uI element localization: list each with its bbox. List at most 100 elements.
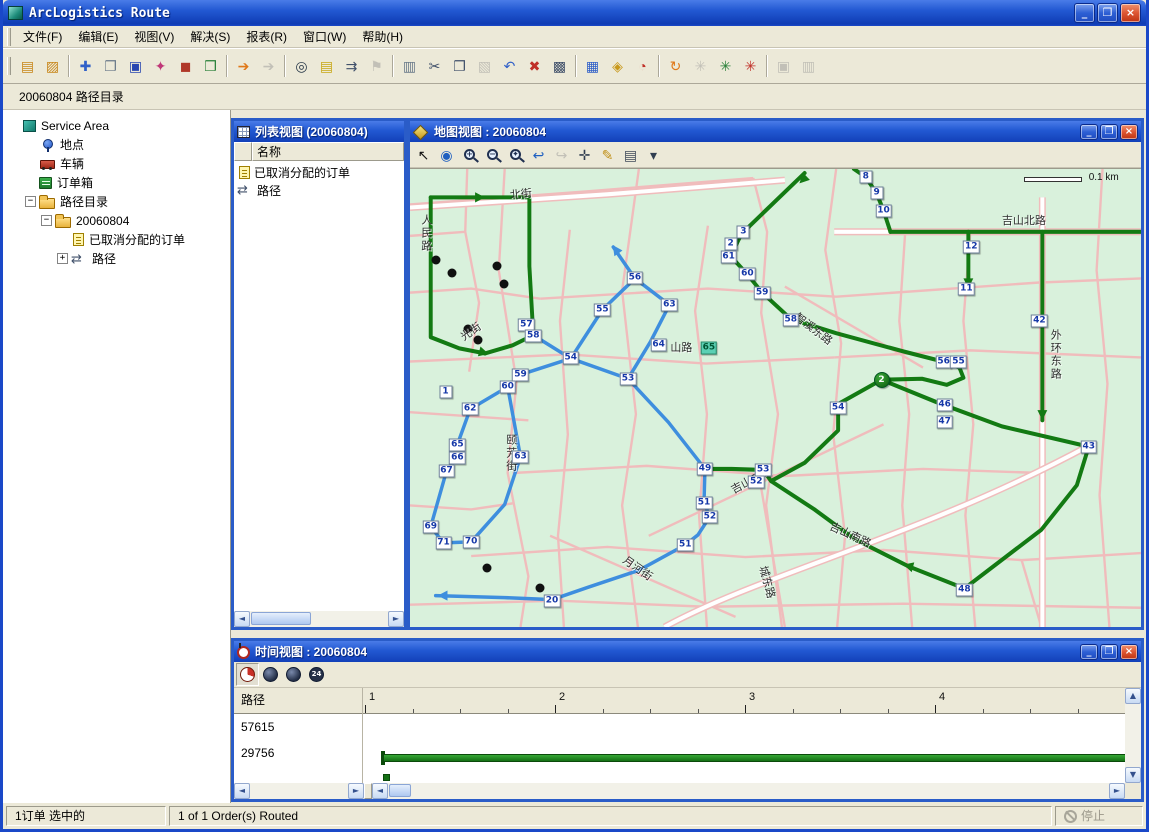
stop-marker[interactable]: 65 bbox=[701, 342, 718, 355]
scroll-thumb[interactable] bbox=[389, 784, 411, 797]
stop-marker[interactable]: 67 bbox=[438, 464, 455, 477]
stop-marker[interactable]: 49 bbox=[697, 462, 714, 475]
tree-item-locations[interactable]: 地点 bbox=[3, 135, 230, 154]
stop-marker[interactable]: 55 bbox=[950, 355, 967, 368]
network-select-button[interactable]: ✳ bbox=[713, 53, 738, 79]
unassigned-orders-button[interactable]: ▤ bbox=[314, 53, 339, 79]
scroll-down-button[interactable]: ▼ bbox=[1125, 767, 1141, 783]
select-tool-button[interactable]: ↖ bbox=[412, 143, 435, 166]
timeline-area[interactable]: 1234 bbox=[363, 688, 1125, 783]
list-view-titlebar[interactable]: 列表视图 (20060804) bbox=[234, 121, 404, 142]
list-item-routes[interactable]: 路径 bbox=[234, 181, 404, 199]
order-dot[interactable] bbox=[448, 269, 457, 278]
stop-marker[interactable]: 60 bbox=[739, 268, 756, 281]
stop-marker[interactable]: 2 bbox=[724, 237, 737, 250]
menu-item[interactable]: 解决(S) bbox=[182, 26, 238, 47]
pane-splitter[interactable] bbox=[364, 783, 372, 799]
print-button[interactable]: ▤ bbox=[619, 143, 642, 166]
print-options-button[interactable]: ▾ bbox=[642, 143, 665, 166]
tree-item-20060804[interactable]: −20060804 bbox=[3, 211, 230, 230]
scroll-right-button[interactable]: ► bbox=[348, 783, 364, 799]
stop-marker[interactable]: 66 bbox=[449, 451, 466, 464]
stop-marker[interactable]: 52 bbox=[702, 510, 719, 523]
stop-marker[interactable]: 48 bbox=[956, 583, 973, 596]
menu-item[interactable]: 窗口(W) bbox=[295, 26, 354, 47]
stop-marker[interactable]: 62 bbox=[462, 403, 479, 416]
clock-quarter-button[interactable] bbox=[236, 663, 259, 686]
stop-marker[interactable]: 64 bbox=[650, 339, 667, 352]
zoom-in-button[interactable]: + bbox=[458, 143, 481, 166]
map-view-titlebar[interactable]: 地图视图 : 20060804 _ ❐ × bbox=[410, 121, 1141, 142]
routes-button[interactable]: ⇉ bbox=[339, 53, 364, 79]
route-bar[interactable] bbox=[383, 754, 1125, 762]
stop-marker[interactable]: 11 bbox=[958, 282, 975, 295]
order-dot[interactable] bbox=[431, 256, 440, 265]
route-column-header[interactable]: 路径 bbox=[234, 688, 362, 714]
zoom-to-selected-button[interactable]: ✦ bbox=[504, 143, 527, 166]
menu-item[interactable]: 帮助(H) bbox=[354, 26, 411, 47]
scroll-track[interactable] bbox=[388, 783, 1109, 799]
close-button[interactable]: × bbox=[1120, 3, 1141, 23]
stop-marker[interactable]: 8 bbox=[859, 171, 872, 184]
scroll-thumb[interactable] bbox=[251, 612, 311, 625]
menu-item[interactable]: 文件(F) bbox=[15, 26, 70, 47]
route-29756[interactable]: 29756 bbox=[234, 740, 362, 766]
stop-marker[interactable]: 52 bbox=[748, 476, 765, 489]
title-bar[interactable]: ArcLogistics Route _ ❐ × bbox=[3, 0, 1146, 26]
stop-marker[interactable]: 9 bbox=[870, 187, 883, 200]
stop-marker[interactable]: 59 bbox=[512, 368, 529, 381]
order-dot[interactable] bbox=[492, 262, 501, 271]
pan-button[interactable]: ✛ bbox=[573, 143, 596, 166]
undo-button[interactable]: ↶ bbox=[497, 53, 522, 79]
scroll-track[interactable] bbox=[250, 783, 348, 799]
measure-button[interactable]: ✎ bbox=[596, 143, 619, 166]
stop-marker[interactable]: 20 bbox=[544, 594, 561, 607]
previous-extent-button[interactable]: ↩ bbox=[527, 143, 550, 166]
build-routes-button[interactable]: ↻ bbox=[663, 53, 688, 79]
list-column-name[interactable]: 名称 bbox=[252, 142, 404, 161]
scroll-left-button[interactable]: ◄ bbox=[234, 783, 250, 799]
stop-marker[interactable]: 51 bbox=[696, 497, 713, 510]
locations-button[interactable]: ✦ bbox=[148, 53, 173, 79]
scroll-track[interactable] bbox=[250, 611, 388, 627]
duplicate-button[interactable]: ❐ bbox=[98, 53, 123, 79]
tree-item-route-folder[interactable]: −路径目录 bbox=[3, 192, 230, 211]
stop-marker[interactable]: 63 bbox=[512, 450, 529, 463]
new-item-button[interactable]: ✚ bbox=[73, 53, 98, 79]
minimize-button[interactable]: _ bbox=[1074, 3, 1095, 23]
map-view-button[interactable]: ◈ bbox=[605, 53, 630, 79]
open-button[interactable]: ▨ bbox=[40, 53, 65, 79]
time-view-titlebar[interactable]: 时间视图 : 20060804 _ ❐ × bbox=[234, 641, 1141, 662]
clock-am-button[interactable] bbox=[259, 663, 282, 686]
list-view-button[interactable]: ▦ bbox=[580, 53, 605, 79]
menu-item[interactable]: 视图(V) bbox=[126, 26, 182, 47]
cut-button[interactable]: ✂ bbox=[422, 53, 447, 79]
vehicles-button[interactable]: ◼ bbox=[173, 53, 198, 79]
close-button[interactable]: × bbox=[1120, 124, 1138, 140]
find-button[interactable]: ◎ bbox=[289, 53, 314, 79]
tree-expander[interactable]: − bbox=[25, 196, 36, 207]
map-canvas[interactable]: 北街人民路光街吉山北路外环东路智溪东路山路吉山二路吉山南路城东路月河街颐芳街89… bbox=[410, 168, 1141, 627]
stop-marker[interactable]: 55 bbox=[594, 303, 611, 316]
stop-marker[interactable]: 58 bbox=[783, 313, 800, 326]
tree-item-service-area[interactable]: Service Area bbox=[3, 116, 230, 135]
delete-button[interactable]: ✖ bbox=[522, 53, 547, 79]
tree-item-order-box[interactable]: 订单箱 bbox=[3, 173, 230, 192]
stop-marker[interactable]: 42 bbox=[1031, 314, 1048, 327]
zoom-out-button[interactable]: − bbox=[481, 143, 504, 166]
stop-marker[interactable]: 54 bbox=[830, 402, 847, 415]
route-57615[interactable]: 57615 bbox=[234, 714, 362, 740]
list-item-unassigned-orders[interactable]: 已取消分配的订单 bbox=[234, 163, 404, 181]
stop-marker[interactable]: 43 bbox=[1080, 440, 1097, 453]
maximize-button[interactable]: ❐ bbox=[1100, 124, 1118, 140]
stop-marker[interactable]: 56 bbox=[627, 272, 644, 285]
clock-24h-button[interactable]: 24 bbox=[305, 663, 328, 686]
tree-expander[interactable]: + bbox=[57, 253, 68, 264]
stop-marker[interactable]: 53 bbox=[755, 463, 772, 476]
clock-pm-button[interactable] bbox=[282, 663, 305, 686]
stop-marker[interactable]: 51 bbox=[677, 538, 694, 551]
stop-marker[interactable]: 60 bbox=[499, 380, 516, 393]
tree-item-vehicles[interactable]: 车辆 bbox=[3, 154, 230, 173]
scroll-left-button[interactable]: ◄ bbox=[234, 611, 250, 627]
order-box-button[interactable]: ❒ bbox=[198, 53, 223, 79]
